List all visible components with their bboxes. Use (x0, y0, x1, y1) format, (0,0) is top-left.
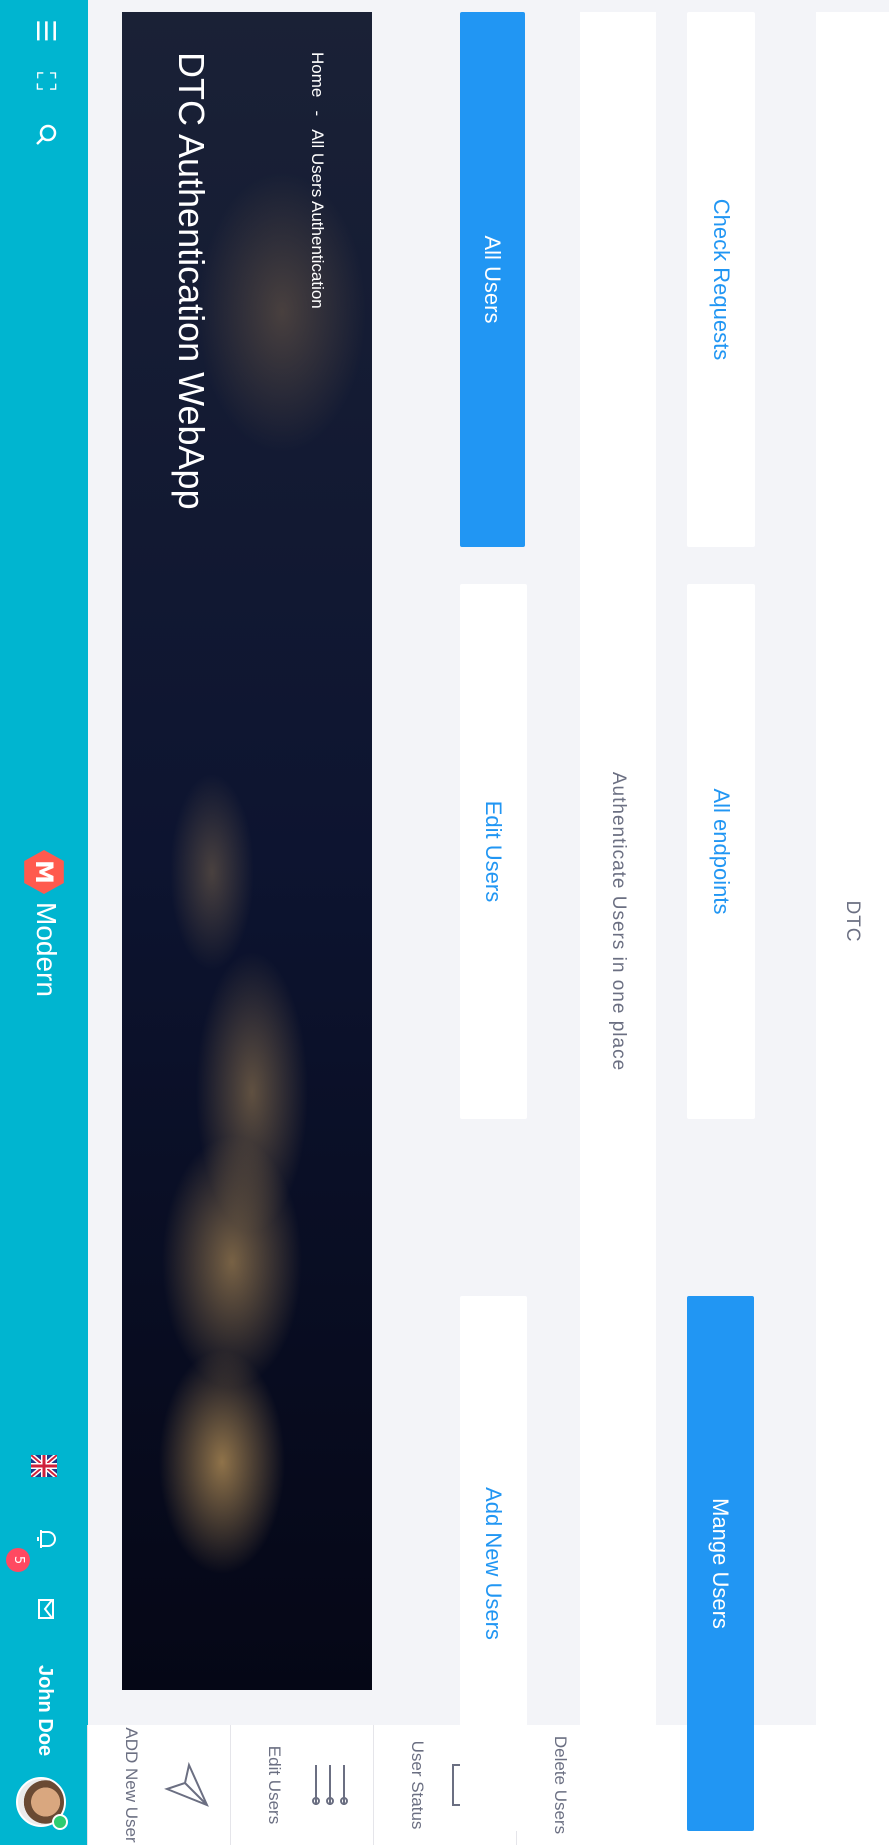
all-endpoints-button[interactable]: All endpoints (687, 584, 755, 1119)
sidebar-item-label: Edit Users (265, 1745, 284, 1825)
page-title: DTC Authentication WebApp (171, 52, 212, 510)
brand-name[interactable]: Modern (30, 902, 62, 997)
online-status-dot (52, 1814, 68, 1830)
username[interactable]: John Doe (33, 1665, 56, 1756)
breadcrumb: Home - All Users Authentication (307, 52, 327, 309)
sidebar-item-label: User Status (408, 1740, 427, 1830)
sliders-icon (295, 1725, 354, 1845)
add-new-users-button[interactable]: Add New Users (460, 1296, 527, 1831)
edit-users-button[interactable]: Edit Users (460, 584, 527, 1119)
check-requests-button[interactable]: Check Requests (687, 12, 755, 547)
manage-users-button[interactable]: Mange Users (687, 1296, 754, 1831)
hero-banner: DTC Authentication WebApp Home - All Use… (122, 12, 372, 1690)
search-icon[interactable] (29, 122, 58, 148)
sidebar-item-label: ADD New User (122, 1727, 141, 1843)
footer-card: DTC (816, 12, 889, 1831)
sidebar-item-label: Delete Users (551, 1735, 570, 1835)
mail-icon[interactable] (29, 1596, 58, 1622)
breadcrumb-home[interactable]: Home (308, 52, 327, 97)
all-users-button[interactable]: All Users (460, 12, 525, 547)
tagline-card: Authenticate Users in one place (580, 12, 656, 1831)
sidebar-item-add-user[interactable]: ADD New User (87, 1725, 231, 1845)
breadcrumb-current: All Users Authentication (308, 129, 327, 309)
tagline-text: Authenticate Users in one place (608, 771, 629, 1072)
fullscreen-icon[interactable]: ⛶ (30, 68, 60, 94)
sidebar-item-edit-users[interactable]: Edit Users (230, 1725, 374, 1845)
menu-icon[interactable]: ☰ (30, 18, 60, 44)
footer-label: DTC (842, 900, 864, 943)
breadcrumb-separator: - (308, 110, 327, 117)
notification-badge: 5 (6, 1548, 30, 1572)
send-icon (152, 1725, 211, 1845)
flag-uk-icon[interactable] (31, 1455, 57, 1477)
top-navbar: ☰ ⛶ M Modern 5 John Doe (0, 0, 88, 1845)
brand-logo-icon[interactable]: M (22, 850, 66, 894)
bell-icon[interactable] (29, 1526, 58, 1552)
